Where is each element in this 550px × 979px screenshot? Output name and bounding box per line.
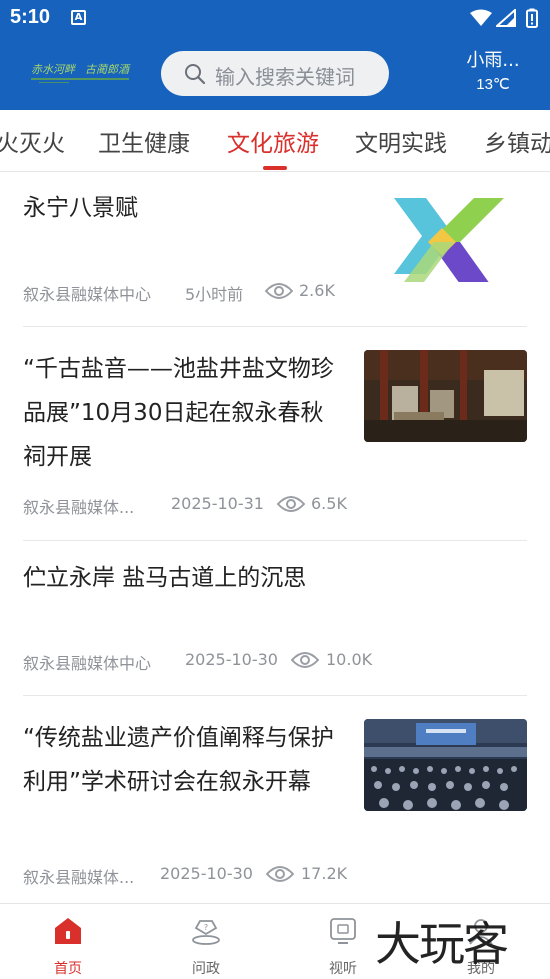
news-thumbnail	[364, 719, 527, 811]
news-views: 10.0K	[326, 650, 373, 669]
news-source: 叙永县融媒体中心	[23, 654, 152, 673]
news-title: 永宁八景赋	[23, 195, 138, 221]
news-source: 叙永县融媒体中心	[23, 285, 152, 304]
news-meta: 叙永县融媒体... 2025-10-30 17.2K	[23, 864, 527, 887]
status-bar: 5:10 A	[0, 0, 550, 38]
svg-text:古蔺郎酒: 古蔺郎酒	[85, 63, 131, 76]
tab-fire[interactable]: 火灭火	[0, 124, 65, 158]
tv-icon	[330, 918, 356, 944]
signal-icon	[496, 9, 516, 27]
weather-widget[interactable]: 小雨... 13℃	[450, 50, 536, 96]
news-views: 2.6K	[299, 281, 335, 300]
eye-icon	[266, 866, 294, 882]
news-thumbnail	[364, 190, 527, 282]
eye-icon	[277, 496, 305, 512]
news-meta: 叙永县融媒体中心 5小时前 2.6K	[23, 281, 527, 304]
nav-home[interactable]: 首页	[23, 904, 113, 979]
news-time: 5小时前	[185, 285, 244, 304]
news-title: 伫立永岸 盐马古道上的沉思	[23, 565, 307, 591]
category-tabs: 火灭火 卫生健康 文化旅游 文明实践 乡镇动	[0, 110, 550, 172]
news-item[interactable]: “千古盐音——池盐井盐文物珍品展”10月30日起在叙永春秋祠开展 叙永县融媒体.…	[23, 327, 527, 541]
news-time: 2025-10-30	[160, 864, 253, 883]
news-source: 叙永县融媒体...	[23, 498, 135, 517]
news-views: 6.5K	[311, 494, 347, 513]
news-title: “千古盐音——池盐井盐文物珍品展”10月30日起在叙永春秋祠开展	[23, 356, 334, 470]
home-icon	[55, 918, 81, 944]
active-tab-indicator	[263, 166, 287, 170]
weather-condition: 小雨...	[466, 50, 520, 71]
news-views: 17.2K	[301, 864, 348, 883]
eye-icon	[291, 652, 319, 668]
app-header: 5:10 A 赤水河畔 古蔺郎酒 输入搜索关键词 小雨... 13℃	[0, 0, 550, 110]
app-logo[interactable]: 赤水河畔 古蔺郎酒	[29, 58, 131, 88]
wifi-icon	[470, 9, 492, 26]
question-icon: ?	[192, 920, 220, 945]
search-bar[interactable]: 输入搜索关键词	[161, 51, 389, 96]
news-time: 2025-10-31	[171, 494, 264, 513]
nav-home-label: 首页	[54, 961, 82, 977]
news-meta: 叙永县融媒体... 2025-10-31 6.5K	[23, 494, 527, 517]
battery-icon	[526, 8, 538, 28]
search-icon	[185, 64, 206, 85]
tab-health[interactable]: 卫生健康	[98, 124, 190, 158]
weather-temperature: 13℃	[476, 76, 510, 93]
nav-inquiry-label: 问政	[192, 961, 220, 977]
tab-culture-tourism[interactable]: 文化旅游	[227, 124, 319, 158]
eye-icon	[265, 283, 293, 299]
news-title: “传统盐业遗产价值阐释与保护利用”学术研讨会在叙永开幕	[23, 725, 334, 795]
news-item[interactable]: 伫立永岸 盐马古道上的沉思 叙永县融媒体中心 2025-10-30 10.0K	[23, 541, 527, 696]
status-time: 5:10	[10, 6, 51, 28]
tab-civilization[interactable]: 文明实践	[355, 124, 447, 158]
nav-inquiry[interactable]: ? 问政	[161, 904, 251, 979]
news-meta: 叙永县融媒体中心 2025-10-30 10.0K	[23, 650, 527, 673]
news-item[interactable]: “传统盐业遗产价值阐释与保护利用”学术研讨会在叙永开幕 叙永县融媒体... 20…	[23, 696, 527, 903]
search-placeholder: 输入搜索关键词	[215, 65, 355, 89]
news-thumbnail	[364, 350, 527, 442]
svg-text:?: ?	[204, 923, 208, 932]
tab-towns[interactable]: 乡镇动	[484, 124, 550, 158]
news-source: 叙永县融媒体...	[23, 868, 135, 887]
news-time: 2025-10-30	[185, 650, 278, 669]
watermark: 大玩客	[375, 917, 509, 971]
svg-text:赤水河畔: 赤水河畔	[31, 63, 77, 76]
news-item[interactable]: 永宁八景赋 叙永县融媒体中心 5小时前 2.6K	[23, 172, 527, 327]
notification-icon: A	[71, 10, 86, 25]
